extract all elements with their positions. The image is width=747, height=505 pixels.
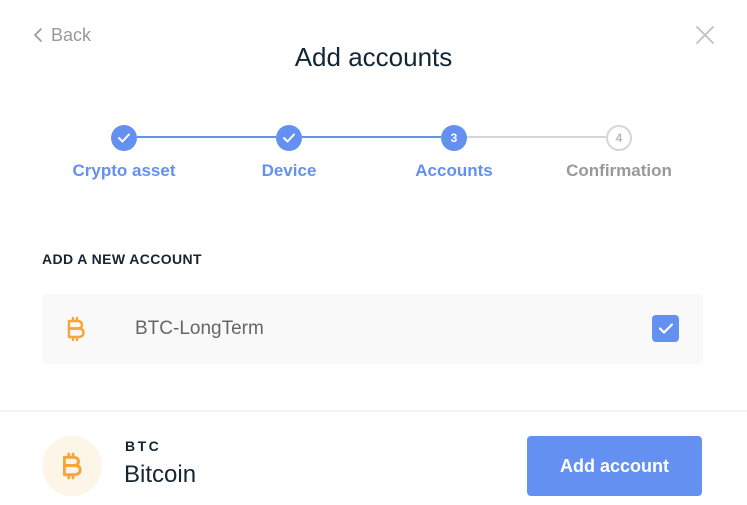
footer-divider <box>0 410 747 412</box>
step-label-device: Device <box>261 161 317 180</box>
add-account-button[interactable]: Add account <box>527 436 702 496</box>
check-icon <box>283 133 295 143</box>
add-accounts-modal: Back Add accounts 3 4 Crypto asset Devic… <box>0 0 747 505</box>
bitcoin-icon <box>42 436 102 496</box>
currency-name: Bitcoin <box>124 461 197 488</box>
step-accounts-number: 3 <box>441 125 467 151</box>
stepper: 3 4 Crypto asset Device Accounts Confirm… <box>0 120 747 190</box>
account-row[interactable]: BTC-LongTerm <box>42 294 703 364</box>
step-connector <box>302 136 441 138</box>
step-device-done <box>276 125 302 151</box>
check-icon <box>658 323 673 334</box>
step-label-accounts: Accounts <box>415 161 493 180</box>
account-name: BTC-LongTerm <box>135 318 264 339</box>
step-connector <box>137 136 276 138</box>
step-confirmation-number: 4 <box>606 125 632 151</box>
step-connector <box>467 136 606 138</box>
account-checkbox[interactable] <box>652 315 679 342</box>
step-label-crypto-asset: Crypto asset <box>72 161 176 180</box>
check-icon <box>118 133 130 143</box>
step-crypto-asset-done <box>111 125 137 151</box>
step-label-confirmation: Confirmation <box>566 161 672 180</box>
page-title: Add accounts <box>294 42 453 72</box>
currency-ticker: BTC <box>125 438 162 454</box>
bitcoin-icon <box>64 316 88 342</box>
section-title: ADD A NEW ACCOUNT <box>42 251 203 267</box>
